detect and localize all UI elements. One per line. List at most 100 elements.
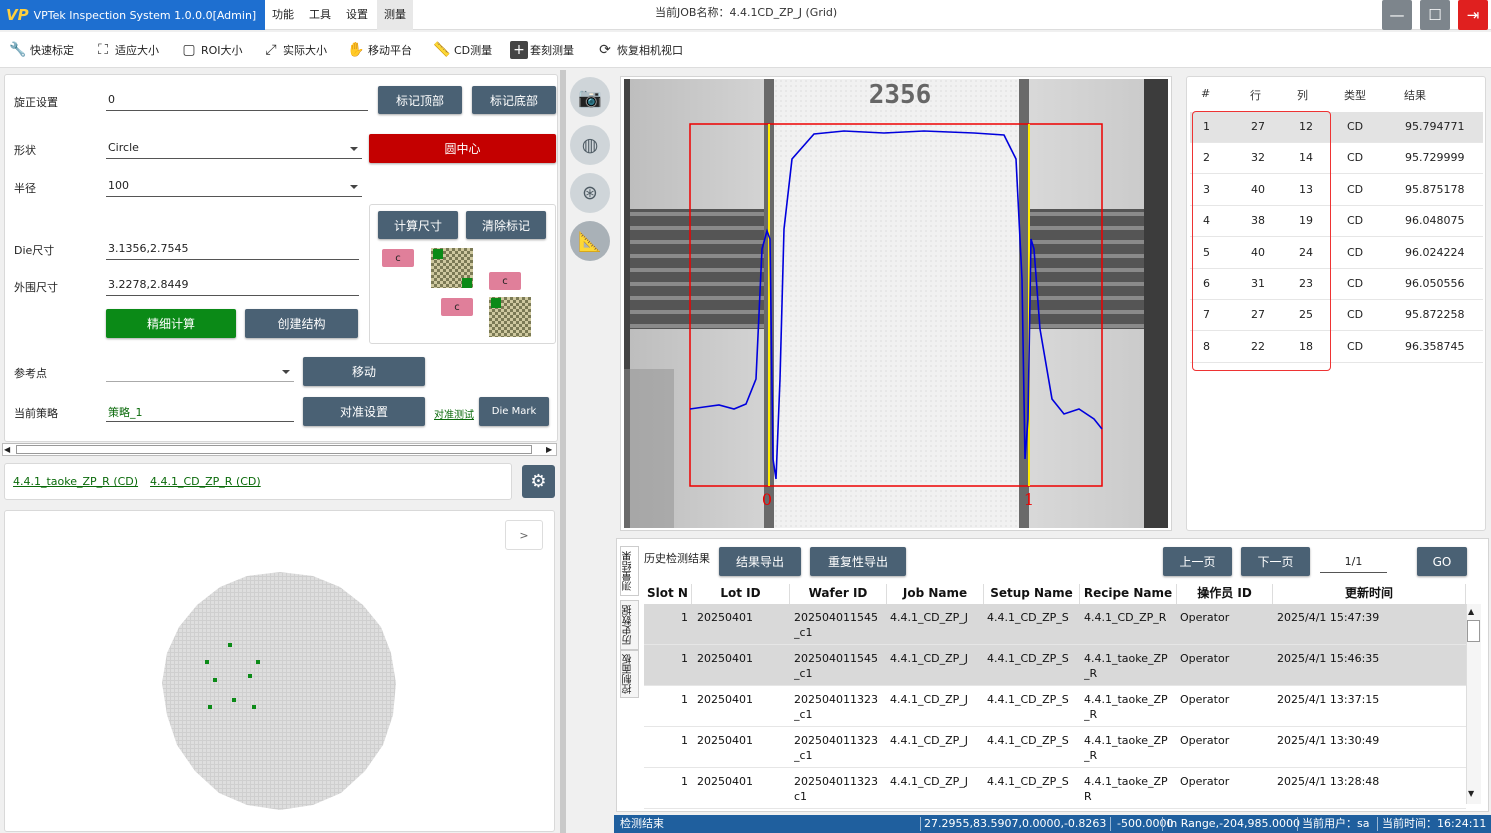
cd-measure-button[interactable]: 📏 CD测量 xyxy=(432,38,492,62)
die-mark-button[interactable]: Die Mark xyxy=(479,397,549,426)
fine-calc-button[interactable]: 精细计算 xyxy=(106,309,236,338)
recipe-link[interactable]: 4.4.1_CD_ZP_R (CD) xyxy=(150,475,261,488)
tab-history-data[interactable]: 历史数据 xyxy=(620,600,639,650)
grid-view-button[interactable]: ◍ xyxy=(570,125,610,165)
calc-size-button[interactable]: 计算尺寸 xyxy=(378,211,458,239)
results-cell: 95.794771 xyxy=(1405,120,1465,133)
move-stage-button[interactable]: ✋ 移动平台 xyxy=(346,38,412,62)
results-cell: 95.875178 xyxy=(1405,182,1465,196)
history-cell-lot: 20250401 xyxy=(697,652,753,665)
minimize-button[interactable]: — xyxy=(1382,0,1412,30)
fit-size-icon: ⛶ xyxy=(98,42,108,58)
circle-center-button[interactable]: 圆中心 xyxy=(369,134,556,163)
die-chip-c[interactable]: c xyxy=(489,272,521,290)
create-struct-button[interactable]: 创建结构 xyxy=(245,309,358,338)
mark-top-button[interactable]: 标记顶部 xyxy=(378,86,462,114)
history-header[interactable]: Job Name xyxy=(887,584,984,604)
actual-size-icon: ⤢ xyxy=(265,42,277,58)
history-cell-recipe0: 4.4.1_taoke_ZP xyxy=(1084,775,1168,788)
app-brand: VP VPTek Inspection System 1.0.0.0[Admin… xyxy=(0,0,265,30)
maximize-icon: ☐ xyxy=(1428,6,1442,24)
results-cell: 95.872258 xyxy=(1405,308,1465,322)
history-cell-time: 2025/4/1 15:47:39 xyxy=(1277,611,1380,624)
history-header[interactable]: Lot ID xyxy=(692,584,790,604)
mark-bottom-button[interactable]: 标记底部 xyxy=(472,86,556,114)
refresh-recipe-button[interactable]: ⚙ xyxy=(522,465,555,498)
vp-logo: VP xyxy=(6,6,29,24)
results-cell: 96.024224 xyxy=(1405,245,1465,259)
history-scroll-thumb[interactable] xyxy=(1467,620,1480,642)
tab-control-panel[interactable]: 控制面板 xyxy=(620,650,639,698)
quick-calibrate-button[interactable]: 🔧 快速标定 xyxy=(8,38,74,62)
next-page-button[interactable]: 下一页 xyxy=(1241,547,1310,576)
history-cell-op: Operator xyxy=(1180,652,1230,665)
history-header[interactable]: Slot N xyxy=(644,584,692,604)
scroll-down-icon[interactable]: ▼ xyxy=(1468,789,1474,798)
align-test-link[interactable]: 对准测试 xyxy=(434,406,474,421)
menu-tools[interactable]: 工具 xyxy=(302,0,338,30)
die-corner-marker xyxy=(462,278,472,288)
snapshot-button[interactable]: 📷 xyxy=(570,77,610,117)
radius-select[interactable]: 100 xyxy=(106,179,362,197)
results-header-index: # xyxy=(1201,87,1211,100)
shape-label: 形状 xyxy=(14,144,36,157)
history-header[interactable]: Wafer ID xyxy=(790,584,887,604)
export-result-button[interactable]: 结果导出 xyxy=(719,547,801,576)
menu-measure[interactable]: 测量 xyxy=(377,0,413,30)
clear-mark-button[interactable]: 清除标记 xyxy=(466,211,546,239)
roi-size-button[interactable]: ▢ ROI大小 xyxy=(179,38,242,62)
edge-marker-left: 0 xyxy=(762,490,772,509)
recipe-link[interactable]: 4.4.1_taoke_ZP_R (CD) xyxy=(13,475,138,488)
history-cell-op: Operator xyxy=(1180,693,1230,706)
camera-image[interactable]: 2356 0 1 xyxy=(624,79,1168,528)
job-name-label: 当前JOB名称：4.4.1CD_ZP_J (Grid) xyxy=(655,6,838,19)
expand-button[interactable]: > xyxy=(505,520,543,550)
results-header-col: 列 xyxy=(1297,89,1308,102)
results-cell: 96.358745 xyxy=(1405,339,1465,353)
fit-size-button[interactable]: ⛶ 适应大小 xyxy=(93,38,159,62)
actual-size-button[interactable]: ⤢ 实际大小 xyxy=(261,38,327,62)
wafer-die-marker xyxy=(208,705,212,709)
page-input[interactable]: 1/1 xyxy=(1320,555,1387,573)
history-cell-job: 4.4.1_CD_ZP_J xyxy=(890,652,969,665)
restore-camera-view-button[interactable]: ⟳ 恢复相机视口 xyxy=(595,38,683,62)
align-setting-button[interactable]: 对准设置 xyxy=(303,397,425,426)
go-button[interactable]: GO xyxy=(1417,547,1467,576)
scroll-up-icon[interactable]: ▲ xyxy=(1468,607,1474,616)
scroll-thumb[interactable] xyxy=(16,445,532,454)
history-header[interactable]: 更新时间 xyxy=(1273,584,1466,604)
ref-point-select[interactable] xyxy=(106,364,294,382)
export-repeat-button[interactable]: 重复性导出 xyxy=(810,547,906,576)
die-chip-c[interactable]: c xyxy=(382,249,414,267)
move-button[interactable]: 移动 xyxy=(303,357,425,386)
scroll-right-icon[interactable]: ▶ xyxy=(546,445,552,454)
overlay-measure-button[interactable]: + 套刻测量 xyxy=(510,38,574,62)
wafer-die-marker xyxy=(213,678,217,682)
exit-button[interactable]: ⇥ xyxy=(1458,0,1488,30)
history-cell-recipe0: 4.4.1_CD_ZP_R xyxy=(1084,611,1167,624)
history-cell-setup: 4.4.1_CD_ZP_S xyxy=(987,652,1069,665)
outer-size-input[interactable]: 3.2278,2.8449 xyxy=(106,278,359,296)
tab-measure-results[interactable]: 测量结果 xyxy=(620,546,639,596)
hand-icon: ✋ xyxy=(347,42,365,58)
history-cell-wafer1: _c1 xyxy=(794,667,813,680)
die-size-input[interactable]: 3.1356,2.7545 xyxy=(106,242,359,260)
results-cell: CD xyxy=(1347,277,1364,290)
rotation-input[interactable]: 0 xyxy=(106,93,368,111)
maximize-button[interactable]: ☐ xyxy=(1420,0,1450,30)
menu-function[interactable]: 功能 xyxy=(265,0,301,30)
menu-settings[interactable]: 设置 xyxy=(339,0,375,30)
die-chip-c[interactable]: c xyxy=(441,298,473,316)
wafer-list-button[interactable]: ⊛ xyxy=(570,173,610,213)
shape-select[interactable]: Circle xyxy=(106,141,362,159)
wafer-map[interactable] xyxy=(155,565,405,815)
panel-splitter[interactable] xyxy=(560,70,566,833)
strategy-input[interactable]: 策略_1 xyxy=(106,404,294,422)
history-header[interactable]: Setup Name xyxy=(984,584,1080,604)
history-header[interactable]: 操作员 ID xyxy=(1177,584,1273,604)
prev-page-button[interactable]: 上一页 xyxy=(1163,547,1232,576)
scroll-left-icon[interactable]: ◀ xyxy=(4,445,10,454)
strategy-label: 当前策略 xyxy=(14,407,58,420)
history-header[interactable]: Recipe Name xyxy=(1080,584,1177,604)
measure-tool-button[interactable]: 📐 xyxy=(570,221,610,261)
